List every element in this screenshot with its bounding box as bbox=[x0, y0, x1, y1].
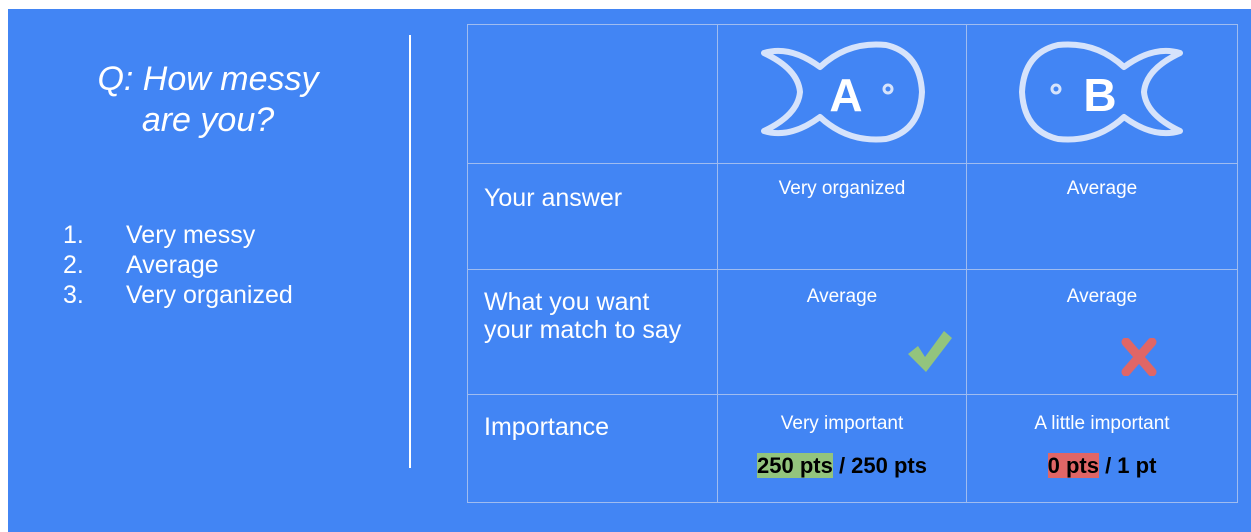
vertical-divider bbox=[409, 35, 411, 468]
option-label: Average bbox=[126, 251, 219, 279]
importance-value-a: Very important bbox=[780, 413, 904, 434]
answer-value-a: Very organized bbox=[778, 178, 906, 199]
list-item: 1. Very messy bbox=[63, 220, 293, 250]
question-line-1: Q: How messy bbox=[97, 60, 319, 98]
table-row: What you want your match to say Average … bbox=[467, 269, 1238, 395]
checkmark-icon bbox=[908, 331, 952, 372]
slide: Q: How messy are you? 1. Very messy 2. A… bbox=[8, 9, 1251, 532]
column-letter-a: A bbox=[829, 69, 862, 121]
points-total-a: / 250 pts bbox=[832, 453, 927, 478]
row-label-importance: Importance bbox=[484, 413, 610, 441]
cell-importance-b: A little important 0 pts / 1 pt bbox=[966, 394, 1238, 503]
empty-corner-cell bbox=[467, 24, 718, 164]
fish-icon: B bbox=[1019, 41, 1183, 143]
cell-want-a: Average bbox=[717, 269, 967, 395]
fish-icon: A bbox=[761, 41, 925, 143]
option-number: 3. bbox=[63, 281, 84, 309]
question-title: Q: How messy are you? bbox=[48, 59, 368, 141]
option-label: Very organized bbox=[126, 281, 293, 309]
want-value-a: Average bbox=[806, 286, 878, 307]
answer-value-b: Average bbox=[1066, 178, 1138, 199]
column-header-a: A bbox=[717, 24, 967, 164]
option-label: Very messy bbox=[126, 221, 256, 249]
column-header-b: B bbox=[966, 24, 1238, 164]
table-row: Your answer Very organized Average bbox=[467, 163, 1238, 270]
row-label-cell: Your answer bbox=[467, 163, 718, 270]
want-value-b: Average bbox=[1066, 286, 1138, 307]
column-letter-b: B bbox=[1083, 69, 1116, 121]
importance-value-b: A little important bbox=[1034, 413, 1170, 434]
list-item: 2. Average bbox=[63, 250, 293, 280]
cell-answer-b: Average bbox=[966, 163, 1238, 270]
row-label-your-answer: Your answer bbox=[484, 184, 623, 212]
cell-want-b: Average bbox=[966, 269, 1238, 395]
row-label-what-you-want: What you want your match to say bbox=[484, 288, 682, 344]
answer-options-list: 1. Very messy 2. Average 3. Very organiz… bbox=[63, 220, 293, 310]
points-earned-b: 0 pts bbox=[1047, 453, 1099, 478]
points-total-b: / 1 pt bbox=[1098, 453, 1157, 478]
points-b: 0 pts / 1 pt bbox=[967, 453, 1237, 479]
comparison-table: A B Your answer Very organized Average W… bbox=[467, 24, 1238, 503]
cross-icon bbox=[1121, 338, 1157, 376]
table-row: Importance Very important 250 pts / 250 … bbox=[467, 394, 1238, 503]
points-earned-a: 250 pts bbox=[757, 453, 833, 478]
option-number: 2. bbox=[63, 251, 84, 279]
points-a: 250 pts / 250 pts bbox=[718, 453, 966, 479]
row-label-cell: Importance bbox=[467, 394, 718, 503]
question-line-2: are you? bbox=[141, 101, 275, 139]
list-item: 3. Very organized bbox=[63, 280, 293, 310]
option-number: 1. bbox=[63, 221, 84, 249]
row-label-cell: What you want your match to say bbox=[467, 269, 718, 395]
cell-answer-a: Very organized bbox=[717, 163, 967, 270]
table-header-row: A B bbox=[467, 24, 1238, 164]
cell-importance-a: Very important 250 pts / 250 pts bbox=[717, 394, 967, 503]
